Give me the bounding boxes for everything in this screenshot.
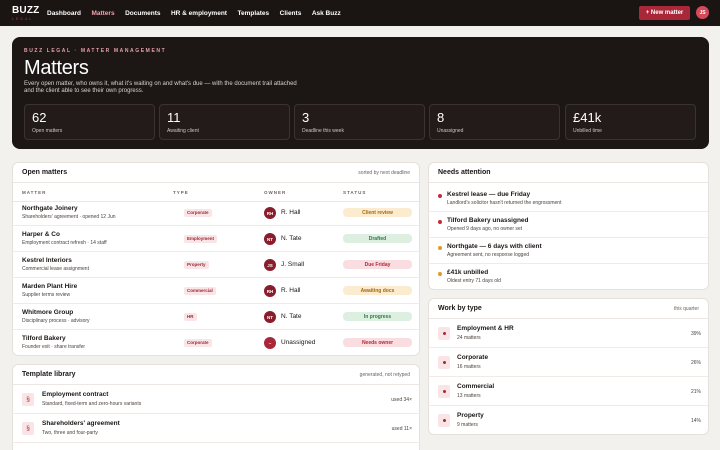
- work-by-type-period: this quarter: [673, 306, 699, 312]
- needs-attention-title: Needs attention: [438, 169, 491, 176]
- open-matters-panel: Open matters sorted by next deadline MAT…: [12, 162, 420, 356]
- stat-deadline-this-week[interactable]: 3 Deadline this week: [294, 104, 425, 140]
- alert-dot-icon: [438, 220, 442, 224]
- category-dot-icon: [438, 356, 450, 369]
- hero-banner: BUZZ LEGAL · MATTER MANAGEMENT Matters E…: [12, 37, 709, 149]
- type-tag: Corporate: [184, 209, 212, 217]
- template-library-panel: Template library generated, not retyped …: [12, 364, 420, 450]
- type-tag: Property: [184, 261, 209, 269]
- list-item[interactable]: § Employment contract Standard, fixed-te…: [13, 385, 419, 414]
- nav-link-matters[interactable]: Matters: [91, 10, 114, 17]
- col-header-owner[interactable]: OWNER: [264, 190, 286, 195]
- warning-dot-icon: [438, 246, 442, 250]
- nav-link-ask-buzz[interactable]: Ask Buzz: [312, 10, 341, 17]
- category-dot-icon: [438, 414, 450, 427]
- attention-item[interactable]: Tilford Bakery unassigned Opened 9 days …: [429, 212, 708, 238]
- avatar: –: [264, 337, 276, 349]
- avatar: NT: [264, 311, 276, 323]
- hero-eyebrow: BUZZ LEGAL · MATTER MANAGEMENT: [24, 48, 167, 54]
- attention-item[interactable]: Northgate — 6 days with client Agreement…: [429, 238, 708, 264]
- col-header-status[interactable]: STATUS: [343, 190, 366, 195]
- attention-item[interactable]: £41k unbilled Oldest entry 71 days old: [429, 264, 708, 289]
- category-dot-icon: [438, 327, 450, 340]
- avatar: NT: [264, 233, 276, 245]
- table-row[interactable]: Tilford Bakery Founder exit · share tran…: [13, 330, 419, 355]
- alert-dot-icon: [438, 194, 442, 198]
- status-badge: Due Friday: [343, 260, 412, 269]
- nav-link-clients[interactable]: Clients: [280, 10, 302, 17]
- open-matters-title: Open matters: [22, 169, 68, 176]
- work-by-type-title: Work by type: [438, 305, 482, 312]
- section-icon: §: [22, 422, 34, 435]
- status-badge: Needs owner: [343, 338, 412, 347]
- avatar: RH: [264, 285, 276, 297]
- logo[interactable]: BUZZ LEGAL: [12, 6, 42, 22]
- top-nav: BUZZ LEGAL Dashboard Matters Documents H…: [0, 0, 720, 26]
- section-icon: §: [22, 393, 34, 406]
- page-title: Matters: [24, 57, 89, 79]
- table-row[interactable]: Harper & Co Employment contract refresh …: [13, 226, 419, 252]
- nav-links: Dashboard Matters Documents HR & employm…: [47, 0, 351, 26]
- type-tag: Commercial: [184, 287, 216, 295]
- status-badge: Drafted: [343, 234, 412, 243]
- nav-link-dashboard[interactable]: Dashboard: [47, 10, 81, 17]
- template-library-title: Template library: [22, 371, 76, 378]
- template-library-meta: generated, not retyped: [359, 372, 410, 378]
- avatar: JS: [264, 259, 276, 271]
- list-item[interactable]: Commercial 13 matters 21%: [429, 377, 708, 406]
- attention-item[interactable]: Kestrel lease — due Friday Landlord's so…: [429, 186, 708, 212]
- status-badge: Client review: [343, 208, 412, 217]
- type-tag: Employment: [184, 235, 218, 243]
- type-tag: HR: [184, 313, 197, 321]
- nav-link-templates[interactable]: Templates: [237, 10, 269, 17]
- stat-unassigned[interactable]: 8 Unassigned: [429, 104, 560, 140]
- status-badge: Awaiting docs: [343, 286, 412, 295]
- nav-link-documents[interactable]: Documents: [125, 10, 160, 17]
- nav-link-hr-employment[interactable]: HR & employment: [171, 10, 227, 17]
- list-item[interactable]: Employment & HR 24 matters 39%: [429, 319, 708, 348]
- table-row[interactable]: Kestrel Interiors Commercial lease assig…: [13, 252, 419, 278]
- list-item[interactable]: § Shareholders' agreement Two, three and…: [13, 414, 419, 443]
- new-matter-button[interactable]: + New matter: [639, 6, 690, 20]
- col-header-type[interactable]: TYPE: [173, 190, 189, 195]
- work-by-type-panel: Work by type this quarter Employment & H…: [428, 298, 709, 435]
- list-item[interactable]: Property 9 matters 14%: [429, 406, 708, 434]
- stat-awaiting-client[interactable]: 11 Awaiting client: [159, 104, 290, 140]
- table-row[interactable]: Whitmore Group Disciplinary process · ad…: [13, 304, 419, 330]
- list-item[interactable]: Corporate 16 matters 26%: [429, 348, 708, 377]
- stat-unbilled-time[interactable]: £41k Unbilled time: [565, 104, 696, 140]
- stat-open-matters[interactable]: 62 Open matters: [24, 104, 155, 140]
- needs-attention-panel: Needs attention Kestrel lease — due Frid…: [428, 162, 709, 290]
- warning-dot-icon: [438, 272, 442, 276]
- hero-description: Every open matter, who owns it, what it'…: [24, 81, 297, 94]
- col-header-matter[interactable]: MATTER: [22, 190, 46, 195]
- open-matters-sort[interactable]: sorted by next deadline: [358, 170, 410, 176]
- type-tag: Corporate: [184, 339, 212, 347]
- status-badge: In progress: [343, 312, 412, 321]
- user-avatar[interactable]: JS: [696, 6, 709, 19]
- table-row[interactable]: Marden Plant Hire Supplier terms review …: [13, 278, 419, 304]
- avatar: RH: [264, 207, 276, 219]
- table-row[interactable]: Northgate Joinery Shareholders' agreemen…: [13, 200, 419, 226]
- category-dot-icon: [438, 385, 450, 398]
